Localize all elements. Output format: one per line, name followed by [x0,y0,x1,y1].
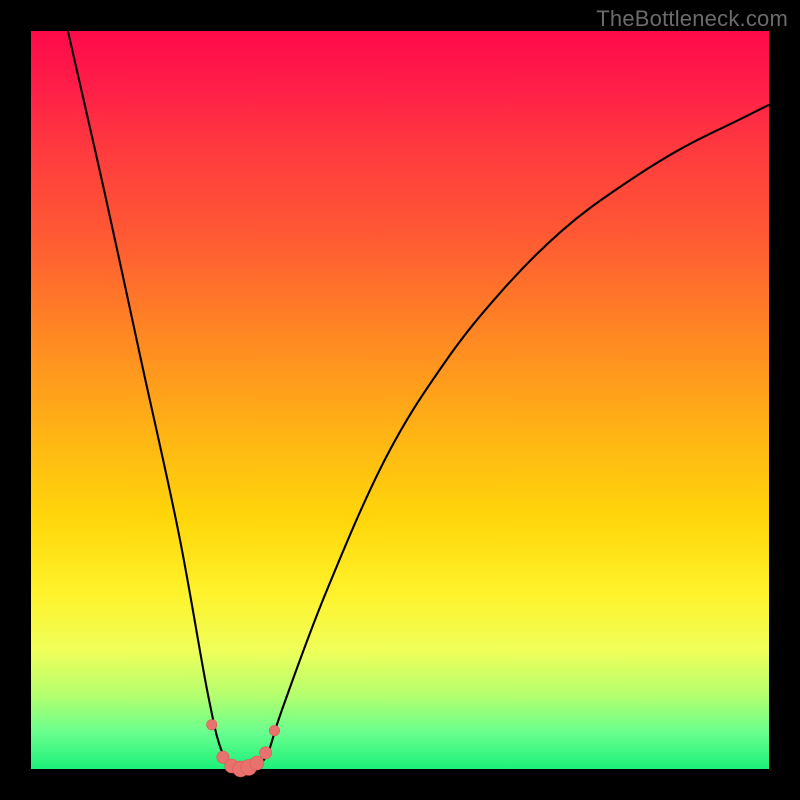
bottleneck-curve [68,31,769,771]
trough-bead [269,725,279,735]
plot-area [31,31,769,769]
trough-bead [250,756,264,770]
chart-svg [31,31,769,769]
curve-layer [68,31,769,771]
watermark-text: TheBottleneck.com [596,6,788,32]
trough-bead [260,747,272,759]
trough-bead [207,720,217,730]
chart-frame: TheBottleneck.com [0,0,800,800]
trough-beads-group [207,720,280,777]
